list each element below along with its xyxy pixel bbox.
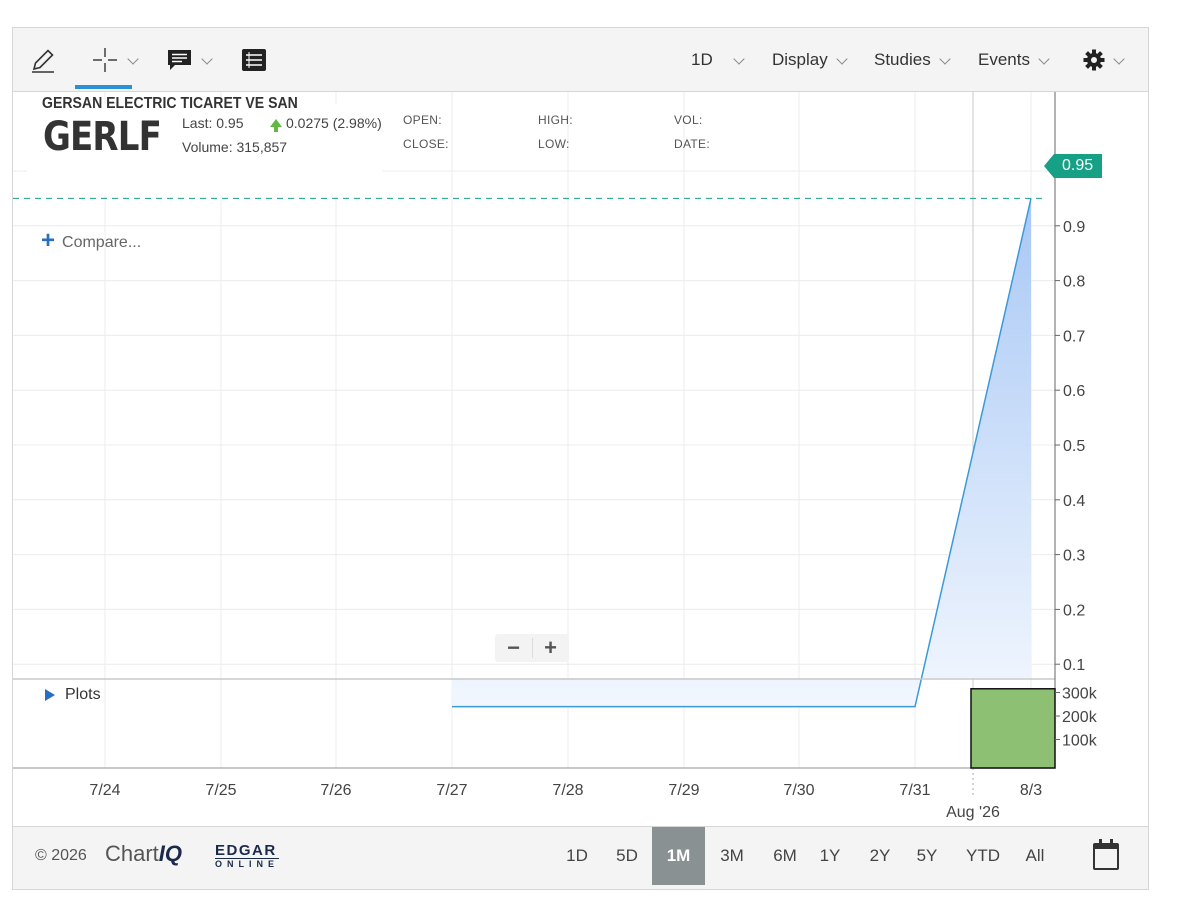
range-button-1y[interactable]: 1Y [813, 827, 847, 885]
price-change-value: 0.0275 (2.98%) [286, 115, 382, 131]
studies-label: Studies [874, 50, 931, 69]
zoom-divider [532, 638, 533, 658]
x-tick-label: 7/31 [899, 782, 930, 799]
chevron-down-icon [836, 53, 848, 65]
comment-button[interactable] [167, 28, 213, 92]
range-button-2y[interactable]: 2Y [862, 827, 898, 885]
low-label: LOW: [538, 137, 570, 151]
crosshair-active-indicator [75, 85, 132, 89]
high-label: HIGH: [538, 113, 573, 127]
chevron-down-icon [939, 53, 951, 65]
x-tick-label: 7/28 [552, 782, 583, 799]
open-label: OPEN: [403, 113, 442, 127]
calendar-icon[interactable] [1093, 839, 1119, 870]
x-tick-label: 7/30 [783, 782, 814, 799]
chevron-down-icon [733, 53, 745, 65]
draw-button[interactable] [29, 28, 57, 92]
plots-label: Plots [65, 686, 101, 703]
y-tick-label: 0.6 [1063, 383, 1085, 400]
crosshair-button[interactable] [91, 28, 139, 92]
settings-button[interactable] [1083, 28, 1125, 92]
chevron-down-icon [127, 53, 139, 65]
plus-icon: + [41, 227, 56, 254]
chart-toolbar: 1D Display Studies Events [13, 28, 1148, 92]
range-button-5d[interactable]: 5D [610, 827, 644, 885]
y-tick-label: 0.8 [1063, 274, 1085, 291]
y-tick-label: 0.9 [1063, 219, 1085, 236]
chartiq-logo-bold: IQ [158, 841, 183, 866]
compare-button[interactable]: + Compare... [41, 227, 142, 255]
last-price: Last: 0.95 [182, 115, 244, 131]
volume-tick-label: 200k [1062, 709, 1098, 726]
y-tick-label: 0.1 [1063, 657, 1085, 674]
x-month-label: Aug '26 [946, 804, 1000, 821]
zoom-controls: − + [495, 634, 569, 662]
chevron-down-icon [1038, 53, 1050, 65]
gear-icon [1083, 49, 1105, 71]
comment-icon [168, 50, 191, 70]
x-tick-label: 7/26 [320, 782, 351, 799]
range-button-5y[interactable]: 5Y [910, 827, 944, 885]
range-button-ytd[interactable]: YTD [959, 827, 1007, 885]
display-label: Display [772, 50, 828, 69]
chart-widget: 0.10.20.30.40.50.60.70.80.917/247/257/26… [12, 27, 1149, 890]
table-view-button[interactable] [241, 28, 267, 92]
interval-dropdown[interactable]: 1D [691, 28, 745, 92]
volume-value: Volume: 315,857 [182, 139, 288, 155]
date-label: DATE: [674, 137, 710, 151]
crosshair-icon [93, 48, 117, 72]
range-button-all[interactable]: All [1020, 827, 1050, 885]
close-label: CLOSE: [403, 137, 449, 151]
interval-label: 1D [691, 50, 713, 69]
y-tick-label: 0.3 [1063, 548, 1085, 565]
copyright-text: © 2026 [35, 847, 87, 864]
range-button-1d[interactable]: 1D [559, 827, 595, 885]
x-tick-label: 7/24 [89, 782, 120, 799]
price-area-fill [452, 198, 1031, 707]
compare-label: Compare... [62, 233, 142, 251]
quote-header: GERLF Last: 0.95 0.0275 (2.98%) Volume: … [27, 104, 382, 196]
chartiq-logo-text: Chart [105, 841, 159, 866]
y-tick-label: 0.5 [1063, 438, 1085, 455]
edgar-logo-top: EDGAR [215, 842, 277, 859]
price-change: 0.0275 (2.98%) [270, 115, 382, 132]
current-price-tag: 0.95 [1044, 154, 1102, 178]
x-tick-label: 7/29 [668, 782, 699, 799]
company-name: GERSAN ELECTRIC TICARET VE SAN [42, 95, 298, 112]
range-button-1m[interactable]: 1M [652, 827, 705, 885]
y-tick-label: 0.2 [1063, 602, 1085, 619]
display-dropdown[interactable]: Display [772, 28, 848, 92]
chevron-down-icon [1113, 53, 1125, 65]
chevron-down-icon [201, 53, 213, 65]
plots-toggle[interactable]: Plots [45, 686, 101, 704]
chart-footer: © 2026 ChartIQ EDGAR ONLINE 1D 5D 1M 3M 6M 1Y… [13, 826, 1148, 889]
volume-tick-label: 300k [1062, 686, 1098, 703]
chartiq-logo: ChartIQ [105, 841, 182, 867]
events-label: Events [978, 50, 1030, 69]
y-tick-label: 0.4 [1063, 493, 1085, 510]
vol-label: VOL: [674, 113, 703, 127]
range-button-3m[interactable]: 3M [706, 827, 758, 885]
studies-dropdown[interactable]: Studies [874, 28, 951, 92]
edgar-logo-bottom: ONLINE [215, 858, 280, 869]
range-button-6m[interactable]: 6M [759, 827, 811, 885]
zoom-out-button[interactable]: − [495, 634, 532, 662]
x-tick-label: 7/27 [436, 782, 467, 799]
ticker-symbol: GERLF [43, 114, 162, 160]
x-tick-label: 7/25 [205, 782, 236, 799]
volume-tick-label: 100k [1062, 733, 1098, 750]
table-icon [242, 49, 266, 71]
current-price-value: 0.95 [1062, 157, 1094, 174]
zoom-in-button[interactable]: + [532, 634, 569, 662]
arrow-up-icon [270, 119, 282, 132]
y-tick-label: 0.7 [1063, 328, 1085, 345]
events-dropdown[interactable]: Events [978, 28, 1050, 92]
volume-bar [970, 688, 1056, 769]
x-tick-label: 8/3 [1020, 782, 1042, 799]
edgar-online-logo: EDGAR ONLINE [215, 842, 280, 870]
pencil-icon [32, 49, 54, 73]
play-icon [45, 689, 55, 701]
